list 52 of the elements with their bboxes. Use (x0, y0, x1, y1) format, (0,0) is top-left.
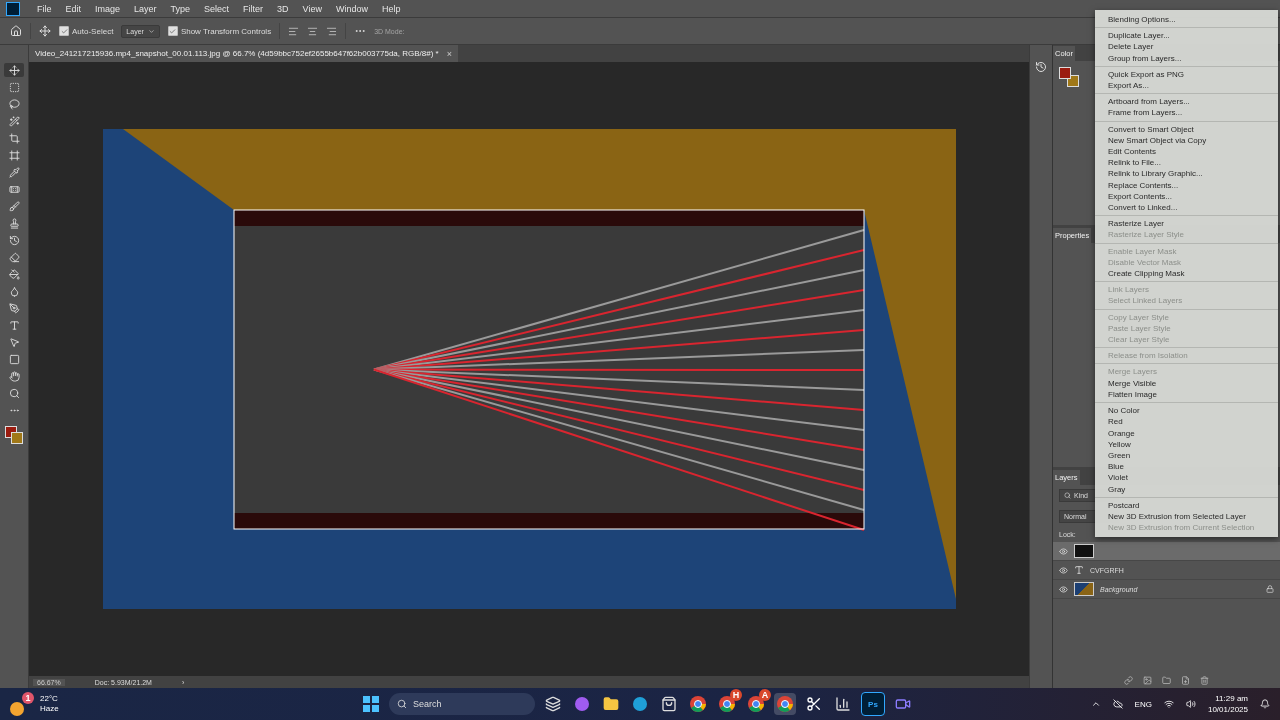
menu-item[interactable]: Help (375, 3, 408, 14)
context-menu-item[interactable]: Blending Options... (1095, 14, 1278, 26)
menu-item[interactable]: Select (197, 3, 237, 14)
context-menu-item[interactable]: Delete Layer (1095, 41, 1278, 53)
menu-item[interactable]: Layer (127, 3, 164, 14)
context-menu-item[interactable]: Relink to Library Graphic... (1095, 168, 1278, 180)
menu-item[interactable]: Window (328, 3, 375, 14)
menu-item[interactable]: File (30, 3, 59, 14)
context-menu-item[interactable]: Violet (1095, 472, 1278, 484)
menu-item[interactable]: Filter (236, 3, 271, 14)
context-menu-item[interactable]: Artboard from Layers... (1095, 96, 1278, 108)
document-tab[interactable]: Video_241217215936.mp4_snapshot_00.01.113.jpg @ 66.7% (4d59bbc752ef2655b647f62b003775da, RGB/8#) * × (29, 45, 458, 62)
notification-badge: 1 (22, 692, 34, 704)
menu-item[interactable]: View (295, 3, 329, 14)
language-indicator[interactable]: ENG (1134, 699, 1152, 709)
context-menu-item[interactable]: Blue (1095, 461, 1278, 473)
photoshop-app-button[interactable]: Ps (861, 692, 885, 716)
transform-controls-checkbox[interactable]: Show Transform Controls (167, 26, 272, 36)
context-menu-item[interactable]: Export Contents... (1095, 190, 1278, 203)
context-menu-item[interactable]: Orange (1095, 427, 1278, 439)
menu-item[interactable]: Edit (58, 3, 89, 14)
context-menu-item[interactable]: Quick Export as PNG (1095, 68, 1278, 80)
context-menu-item[interactable]: Postcard (1095, 499, 1278, 511)
weather-condition: Haze (40, 704, 59, 714)
context-menu-item[interactable]: Red (1095, 416, 1278, 428)
close-tab-button[interactable]: × (446, 48, 452, 59)
context-menu-item[interactable]: Yellow (1095, 438, 1278, 450)
context-menu-item[interactable]: No Color (1095, 405, 1278, 417)
context-menu-item[interactable]: Edit Contents (1095, 146, 1278, 158)
context-menu-item[interactable]: Rasterize Layer (1095, 218, 1278, 230)
context-menu-item[interactable]: Green (1095, 449, 1278, 462)
menu-item[interactable]: Image (88, 3, 128, 14)
search-field[interactable]: Search (389, 693, 535, 715)
auto-select-checkbox[interactable]: Auto-Select (59, 26, 114, 36)
menu-item[interactable]: Type (163, 3, 198, 14)
context-menu-item[interactable]: Export As... (1095, 80, 1278, 92)
context-menu-item[interactable]: Convert to Linked... (1095, 202, 1278, 214)
context-menu-item[interactable]: New Smart Object via Copy (1095, 134, 1278, 147)
context-menu-item[interactable]: Merge Visible (1095, 377, 1278, 389)
app-badge: H (730, 689, 742, 701)
context-menu-item[interactable]: Group from Layers... (1095, 52, 1278, 64)
context-menu-item[interactable]: Frame from Layers... (1095, 107, 1278, 119)
clock[interactable]: 11:29 am 10/01/2025 (1207, 693, 1248, 715)
menu-item[interactable]: 3D (270, 3, 296, 14)
context-menu-item[interactable]: Create Clipping Mask (1095, 268, 1278, 280)
context-menu-item[interactable]: Replace Contents... (1095, 179, 1278, 191)
context-menu-item[interactable]: Relink to File... (1095, 157, 1278, 169)
context-menu-item[interactable]: Flatten Image (1095, 388, 1278, 401)
context-menu-item[interactable]: Convert to Smart Object (1095, 123, 1278, 135)
context-menu-item[interactable]: Duplicate Layer... (1095, 30, 1278, 42)
temperature: 22°C (40, 694, 59, 704)
app-badge: A (759, 689, 771, 701)
